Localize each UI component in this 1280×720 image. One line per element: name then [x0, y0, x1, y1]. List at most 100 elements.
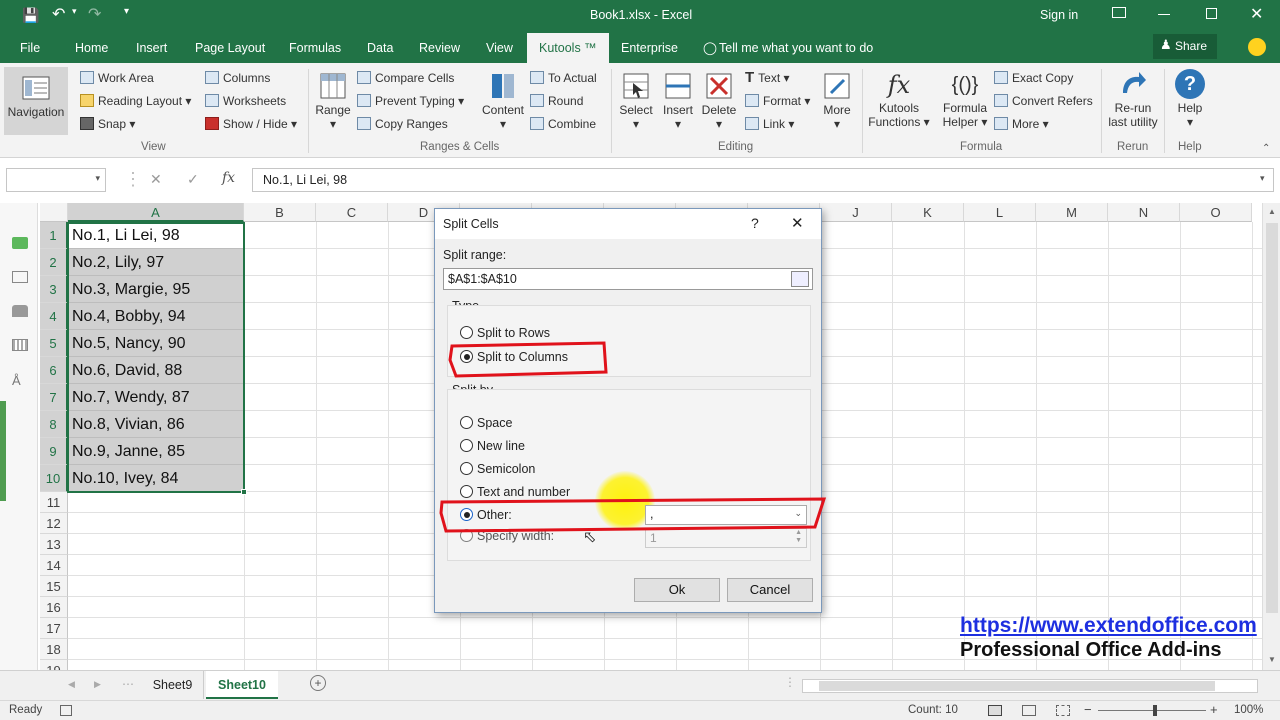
format-button[interactable]: Format ▾ — [745, 91, 810, 111]
round-button[interactable]: Round — [530, 91, 583, 111]
split-rows-radio[interactable] — [460, 326, 473, 339]
macro-record-icon[interactable] — [60, 705, 72, 716]
cancel-entry-icon[interactable]: ✕ — [150, 171, 162, 188]
prev-sheet-icon[interactable]: ◀ — [68, 679, 75, 690]
space-radio[interactable] — [460, 416, 473, 429]
text-button[interactable]: T Text ▾ — [745, 68, 790, 88]
more-formula-button[interactable]: More ▾ — [994, 114, 1049, 134]
more-button[interactable]: More ▾ — [818, 71, 856, 131]
range-select-icon[interactable] — [791, 271, 809, 287]
cell-a6[interactable]: No.6, David, 88 — [68, 357, 244, 384]
scroll-up-icon[interactable]: ▲ — [1268, 207, 1276, 216]
tab-view[interactable]: View — [486, 30, 513, 63]
tab-review[interactable]: Review — [419, 30, 460, 63]
navigation-button[interactable]: Navigation — [4, 67, 68, 135]
dialog-close-button[interactable]: ✕ — [791, 214, 804, 232]
zoom-out-icon[interactable]: − — [1084, 702, 1092, 717]
tell-me-search[interactable]: Tell me what you want to do — [719, 30, 873, 63]
cell-a9[interactable]: No.9, Janne, 85 — [68, 438, 244, 465]
column-header-c[interactable]: C — [316, 203, 388, 222]
sheet-tab-sheet10[interactable]: Sheet10 — [206, 671, 278, 699]
tab-enterprise[interactable]: Enterprise — [621, 30, 678, 63]
select-button[interactable]: Select ▾ — [617, 71, 655, 131]
row-header-1[interactable]: 1 — [40, 222, 68, 249]
cell-a4[interactable]: No.4, Bobby, 94 — [68, 303, 244, 330]
column-header-k[interactable]: K — [892, 203, 964, 222]
row-header-18[interactable]: 18 — [40, 639, 68, 660]
to-actual-button[interactable]: To Actual — [530, 68, 597, 88]
row-header-7[interactable]: 7 — [40, 384, 68, 411]
rerun-button[interactable]: Re-run last utility — [1104, 69, 1162, 129]
zoom-slider-handle[interactable] — [1153, 705, 1157, 716]
combine-button[interactable]: Combine — [530, 114, 596, 134]
cell-a2[interactable]: No.2, Lily, 97 — [68, 249, 244, 276]
tab-split-handle[interactable]: ⋮ — [784, 675, 796, 689]
exact-copy-button[interactable]: Exact Copy — [994, 68, 1073, 88]
minimize-icon[interactable] — [1158, 14, 1170, 15]
specify-width-input[interactable]: 1 ▲ ▼ — [645, 528, 807, 548]
row-header-15[interactable]: 15 — [40, 576, 68, 597]
other-delimiter-input[interactable]: , ⌄ — [645, 505, 807, 525]
range-button[interactable]: Range ▾ — [314, 71, 352, 131]
specify-width-radio[interactable] — [460, 529, 473, 542]
cell-a1[interactable]: No.1, Li Lei, 98 — [68, 222, 244, 249]
cell-a10[interactable]: No.10, Ivey, 84 — [68, 465, 244, 492]
content-button[interactable]: Content ▾ — [480, 71, 526, 131]
work-area-button[interactable]: Work Area — [80, 68, 154, 88]
save-icon[interactable]: 💾 — [22, 7, 39, 24]
column-header-b[interactable]: B — [244, 203, 316, 222]
cancel-button[interactable]: Cancel — [727, 578, 813, 602]
row-header-13[interactable]: 13 — [40, 534, 68, 555]
cell-a7[interactable]: No.7, Wendy, 87 — [68, 384, 244, 411]
row-header-6[interactable]: 6 — [40, 357, 68, 384]
customize-toolbar-icon[interactable]: ▾ — [124, 6, 129, 17]
prevent-typing-button[interactable]: Prevent Typing ▾ — [357, 91, 464, 111]
cell-a8[interactable]: No.8, Vivian, 86 — [68, 411, 244, 438]
semicolon-radio[interactable] — [460, 462, 473, 475]
width-spinner-icon[interactable]: ▲ ▼ — [795, 529, 802, 545]
new-sheet-icon[interactable]: + — [310, 675, 326, 691]
formula-helper-button[interactable]: {()} Formula Helper ▾ — [938, 69, 992, 129]
compare-cells-button[interactable]: Compare Cells — [357, 68, 454, 88]
column-header-l[interactable]: L — [964, 203, 1036, 222]
column-header-o[interactable]: O — [1180, 203, 1252, 222]
help-button[interactable]: ? Help ▾ — [1170, 69, 1210, 129]
row-header-5[interactable]: 5 — [40, 330, 68, 357]
split-range-input[interactable]: $A$1:$A$10 — [443, 268, 813, 290]
ok-button[interactable]: Ok — [634, 578, 720, 602]
new-line-radio[interactable] — [460, 439, 473, 452]
formula-input[interactable]: No.1, Li Lei, 98 — [252, 168, 1274, 192]
row-header-9[interactable]: 9 — [40, 438, 68, 465]
tab-data[interactable]: Data — [367, 30, 393, 63]
row-header-11[interactable]: 11 — [40, 492, 68, 513]
tab-page-layout[interactable]: Page Layout — [195, 30, 265, 63]
column-header-m[interactable]: M — [1036, 203, 1108, 222]
text-number-radio[interactable] — [460, 485, 473, 498]
next-sheet-icon[interactable]: ▶ — [94, 679, 101, 690]
tab-file[interactable]: File — [20, 30, 40, 63]
column-header-a[interactable]: A — [68, 203, 244, 222]
undo-dropdown-icon[interactable]: ▾ — [72, 6, 77, 17]
name-box[interactable]: ▾ — [6, 168, 106, 192]
split-columns-radio[interactable] — [460, 350, 473, 363]
columns-button[interactable]: Columns — [205, 68, 270, 88]
worksheets-button[interactable]: Worksheets — [205, 91, 286, 111]
tab-insert[interactable]: Insert — [136, 30, 167, 63]
column-header-n[interactable]: N — [1108, 203, 1180, 222]
row-header-10[interactable]: 10 — [40, 465, 68, 492]
snap-button[interactable]: Snap ▾ — [80, 114, 135, 134]
other-dropdown-icon[interactable]: ⌄ — [794, 508, 802, 519]
ribbon-display-icon[interactable] — [1112, 7, 1126, 18]
row-header-8[interactable]: 8 — [40, 411, 68, 438]
fill-handle[interactable] — [241, 489, 247, 495]
tab-kutools[interactable]: Kutools ™ — [527, 33, 609, 63]
row-header-16[interactable]: 16 — [40, 597, 68, 618]
close-window-icon[interactable]: ✕ — [1250, 4, 1263, 24]
row-header-2[interactable]: 2 — [40, 249, 68, 276]
row-header-3[interactable]: 3 — [40, 276, 68, 303]
more-sheets-icon[interactable]: ⋯ — [122, 677, 134, 691]
zoom-level[interactable]: 100% — [1234, 704, 1263, 716]
row-header-12[interactable]: 12 — [40, 513, 68, 534]
zoom-in-icon[interactable]: + — [1210, 702, 1218, 717]
kutools-functions-button[interactable]: fx Kutools Functions ▾ — [866, 69, 932, 129]
